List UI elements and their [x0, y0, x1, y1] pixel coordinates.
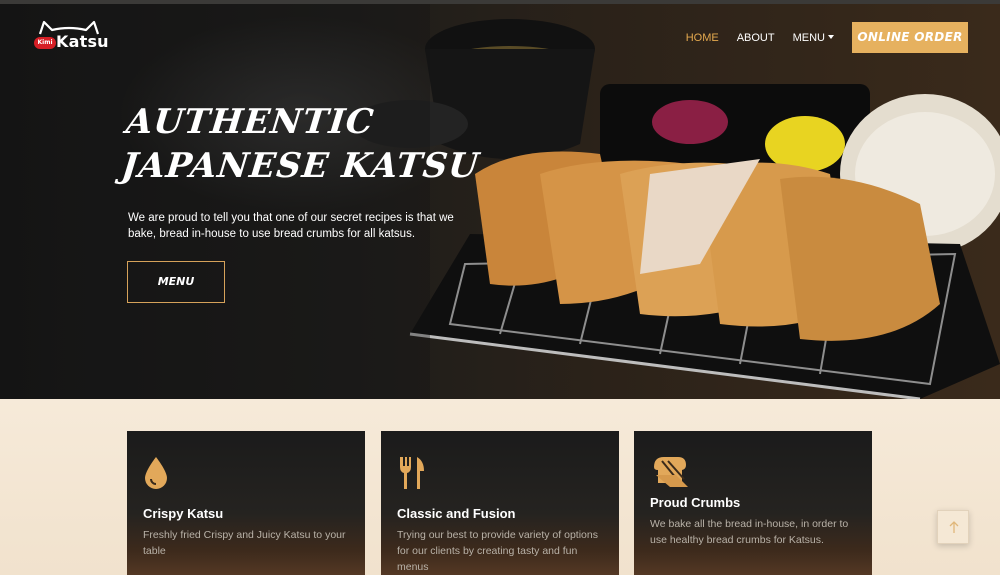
nav-home[interactable]: HOME [686, 23, 719, 53]
main-nav: HOME ABOUT MENU ONLINE ORDER [686, 22, 968, 53]
feature-text: Freshly fried Crispy and Juicy Katsu to … [143, 529, 346, 557]
droplet-icon [145, 457, 167, 489]
brand-badge: Kimi [34, 37, 56, 49]
nav-about[interactable]: ABOUT [737, 23, 775, 53]
hero-section: Kimi Katsu HOME ABOUT MENU ONLINE ORDER … [0, 4, 1000, 399]
brand-logo[interactable]: Kimi Katsu [32, 20, 109, 54]
nav-menu-dropdown[interactable]: MENU [793, 23, 834, 53]
caret-down-icon [828, 34, 834, 39]
hero-description: We are proud to tell you that one of our… [128, 212, 454, 240]
scroll-top-button[interactable] [937, 510, 969, 544]
feature-card-crispy: Crispy Katsu Freshly fried Crispy and Ju… [127, 431, 365, 575]
arrow-up-icon [949, 521, 959, 533]
hero-photo [0, 4, 1000, 399]
feature-title: Proud Crumbs [650, 495, 741, 510]
online-order-button[interactable]: ONLINE ORDER [852, 22, 968, 53]
feature-card-classic: Classic and Fusion Trying our best to pr… [381, 431, 619, 575]
menu-button[interactable]: MENU [127, 261, 225, 303]
utensils-icon [400, 457, 424, 489]
feature-title: Crispy Katsu [143, 506, 224, 521]
bread-icon [654, 457, 688, 487]
feature-title: Classic and Fusion [397, 506, 516, 521]
feature-text: We bake all the bread in-house, in order… [650, 518, 849, 546]
nav-menu-label: MENU [792, 31, 825, 44]
feature-text: Trying our best to provide variety of op… [397, 529, 598, 573]
hero-title-line2: JAPANESE KATSU [119, 146, 482, 186]
brand-name: Katsu [56, 32, 109, 51]
hero-title: AUTHENTIC JAPANESE KATSU [119, 100, 486, 188]
hero-title-line1: AUTHENTIC [124, 102, 377, 142]
feature-card-crumbs: Proud Crumbs We bake all the bread in-ho… [634, 431, 872, 575]
features-section: Crispy Katsu Freshly fried Crispy and Ju… [0, 399, 1000, 575]
